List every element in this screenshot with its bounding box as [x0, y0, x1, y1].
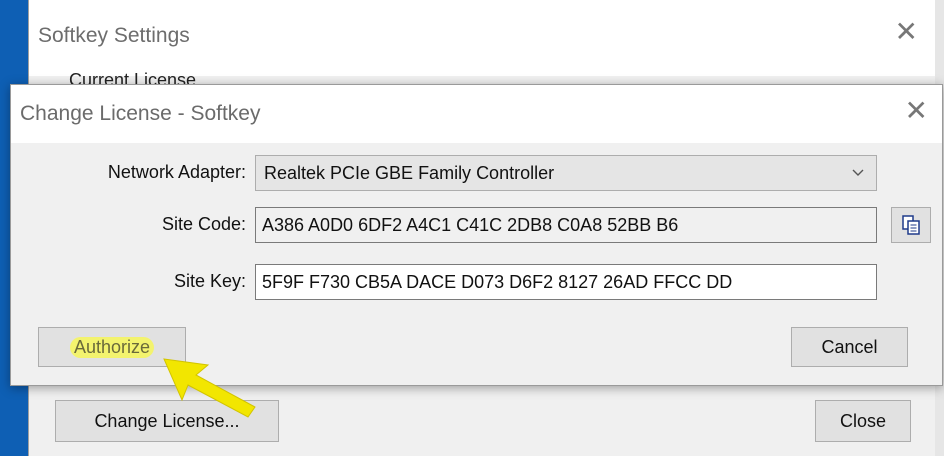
copy-button[interactable] [891, 207, 931, 243]
close-button[interactable]: Close [815, 400, 911, 442]
network-adapter-value: Realtek PCIe GBE Family Controller [264, 163, 555, 183]
dialog-title: Change License - Softkey [20, 102, 261, 125]
network-adapter-select[interactable]: Realtek PCIe GBE Family Controller [255, 155, 877, 191]
change-license-dialog: Change License - Softkey ✕ Network Adapt… [10, 84, 943, 386]
site-key-field[interactable]: 5F9F F730 CB5A DACE D073 D6F2 8127 26AD … [255, 264, 877, 300]
site-key-label: Site Key: [173, 271, 246, 291]
site-code-label: Site Code: [161, 214, 246, 234]
authorize-label: Authorize [69, 336, 155, 358]
annotation-arrow-icon [163, 358, 256, 418]
cancel-button[interactable]: Cancel [791, 327, 908, 367]
title-bar: Softkey Settings ✕ [29, 0, 936, 76]
site-code-field[interactable]: A386 A0D0 6DF2 A4C1 C41C 2DB8 C0A8 52BB … [255, 207, 877, 243]
dialog-title-bar: Change License - Softkey ✕ [11, 85, 942, 143]
close-icon[interactable]: ✕ [905, 97, 928, 125]
chevron-down-icon [852, 169, 864, 176]
copy-icon [902, 215, 920, 235]
close-icon[interactable]: ✕ [895, 18, 918, 46]
network-adapter-label: Network Adapter: [107, 162, 246, 182]
window-title: Softkey Settings [38, 24, 190, 47]
